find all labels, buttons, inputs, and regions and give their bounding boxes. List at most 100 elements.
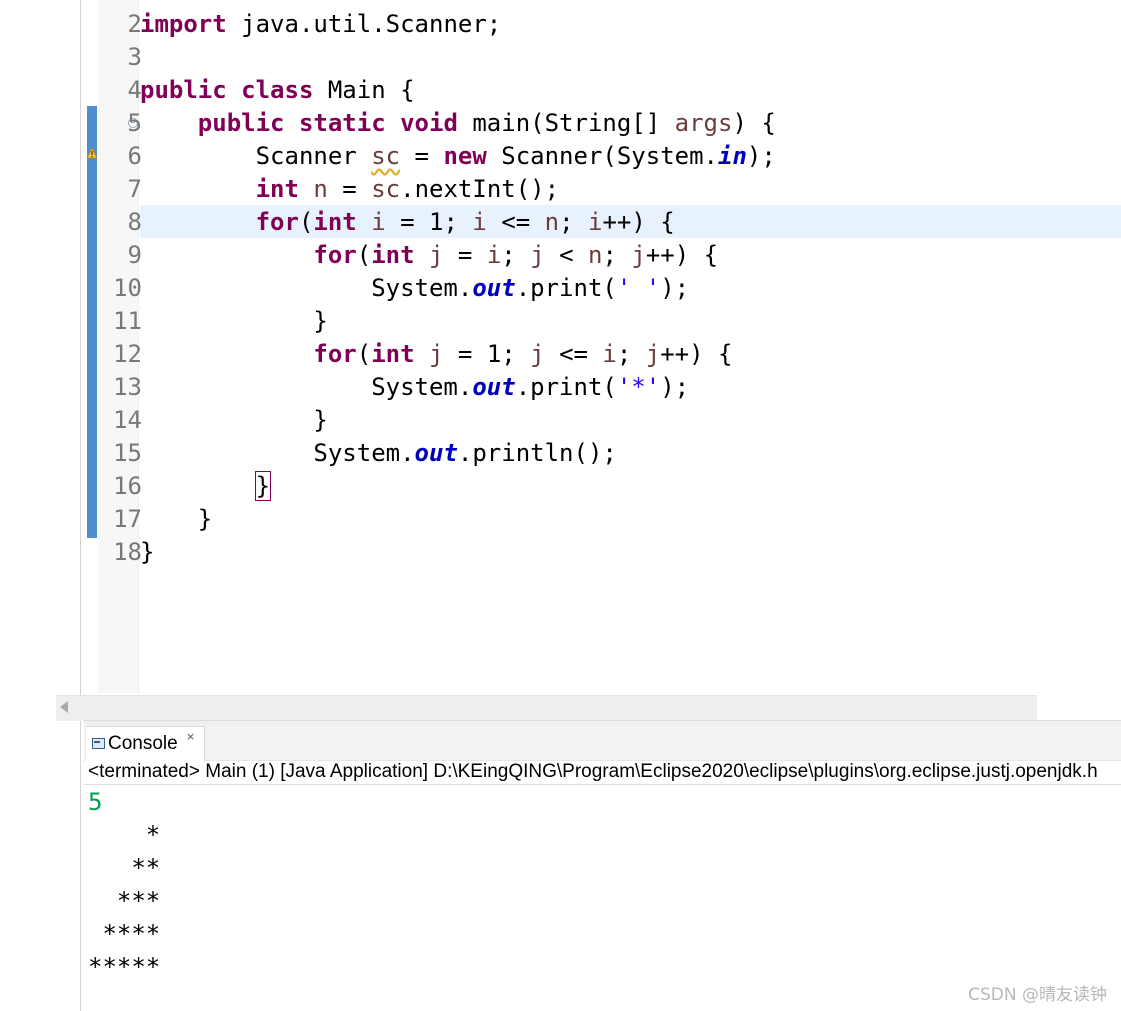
code-token: i [602, 340, 617, 368]
code-token: ( [298, 208, 314, 236]
code-editor[interactable]: − 2 3 4 5 6 7 8 9 10 11 12 13 14 15 16 17 18 import java… [84, 0, 1121, 720]
code-token: n [544, 208, 560, 236]
line-number: 11 [113, 307, 142, 335]
code-token: ; [559, 208, 588, 236]
code-token: } [140, 505, 213, 533]
code-token: < [544, 241, 588, 269]
line-number: 14 [113, 406, 142, 434]
code-token: ); [746, 142, 776, 170]
line-number: 5 [127, 109, 142, 137]
code-token: Scanner [140, 142, 372, 170]
line-number: 3 [127, 43, 142, 71]
line-number: 6 [127, 142, 142, 170]
close-icon[interactable]: × [186, 730, 195, 743]
code-token: = [443, 241, 487, 269]
code-token: ); [660, 274, 690, 302]
left-panel-strip [0, 0, 80, 1011]
code-token: System. [140, 439, 415, 467]
code-token: j [645, 340, 661, 368]
left-panel-border [80, 0, 81, 1011]
code-token: .nextInt(); [400, 175, 560, 203]
code-token: public [197, 109, 285, 137]
code-token: j [530, 340, 545, 368]
code-token: int [313, 208, 357, 236]
code-token: <= [544, 340, 603, 368]
console-input-echo: 5 [88, 788, 103, 816]
line-number: 18 [113, 538, 142, 566]
code-token: sc [371, 175, 401, 203]
code-line[interactable]: } [140, 470, 1121, 503]
code-token: = 1; [443, 340, 531, 368]
line-number: 7 [127, 175, 142, 203]
code-line[interactable]: System.out.print('*'); [140, 371, 1121, 404]
code-token: ; [616, 340, 646, 368]
code-token: int [371, 340, 415, 368]
line-number: 15 [113, 439, 142, 467]
code-token: n [588, 241, 603, 269]
code-token: System. [140, 373, 473, 401]
code-token: .print( [515, 274, 617, 302]
code-token: out [472, 274, 516, 302]
line-number: 10 [113, 274, 142, 302]
code-token: ++) { [645, 241, 719, 269]
line-number: 4 [127, 76, 142, 104]
code-line[interactable]: } [140, 305, 1121, 338]
code-line[interactable]: System.out.println(); [140, 437, 1121, 470]
code-token: main(String[] [457, 109, 675, 137]
code-token: sc [371, 142, 401, 170]
code-token: .print( [515, 373, 617, 401]
code-token: j [530, 241, 545, 269]
line-number: 17 [113, 505, 142, 533]
code-line[interactable]: Scanner sc = new Scanner(System.in); [140, 140, 1121, 173]
code-line[interactable]: public static void main(String[] args) { [140, 107, 1121, 140]
code-token: for [313, 340, 357, 368]
code-token: ) { [732, 109, 776, 137]
code-line[interactable]: import java.util.Scanner; [140, 8, 1121, 41]
code-token: '*' [616, 373, 661, 401]
scroll-left-arrow-icon[interactable] [60, 701, 68, 713]
code-token: i [472, 208, 487, 236]
code-line[interactable]: for(int i = 1; i <= n; i++) { [140, 206, 1121, 239]
code-line[interactable]: } [140, 503, 1121, 536]
code-token: static [298, 109, 386, 137]
console-output-line: ** [88, 854, 161, 882]
code-token: void [400, 109, 458, 137]
code-token: ); [660, 373, 690, 401]
console-output-line: *** [88, 887, 161, 915]
warning-icon[interactable] [86, 147, 98, 159]
code-token: for [255, 208, 299, 236]
code-token: } [140, 307, 328, 335]
code-line[interactable]: } [140, 404, 1121, 437]
code-token: ; [501, 241, 531, 269]
code-line[interactable]: } [140, 536, 1121, 569]
code-line[interactable]: System.out.print(' '); [140, 272, 1121, 305]
code-line[interactable] [140, 41, 1121, 74]
code-token: for [313, 241, 357, 269]
code-token: i [486, 241, 502, 269]
code-token: out [414, 439, 458, 467]
watermark: CSDN @晴友读钟 [968, 985, 1107, 1005]
console-output-line: **** [88, 920, 161, 948]
code-token: } [254, 471, 272, 501]
code-line[interactable]: for(int j = i; j < n; j++) { [140, 239, 1121, 272]
code-token: public [140, 76, 227, 104]
code-line[interactable]: int n = sc.nextInt(); [140, 173, 1121, 206]
tab-console[interactable]: Console × [86, 726, 205, 761]
code-token: class [241, 76, 314, 104]
code-line[interactable]: public class Main { [140, 74, 1121, 107]
code-token: i [371, 208, 386, 236]
code-token: int [255, 175, 299, 203]
console-tab-label: Console [108, 733, 178, 754]
quick-diff-marker [87, 106, 97, 538]
code-token: .println(); [457, 439, 617, 467]
horizontal-scrollbar[interactable] [56, 695, 1037, 721]
code-line[interactable]: for(int j = 1; j <= i; j++) { [140, 338, 1121, 371]
code-token: in [718, 142, 747, 170]
code-token: ; [602, 241, 632, 269]
